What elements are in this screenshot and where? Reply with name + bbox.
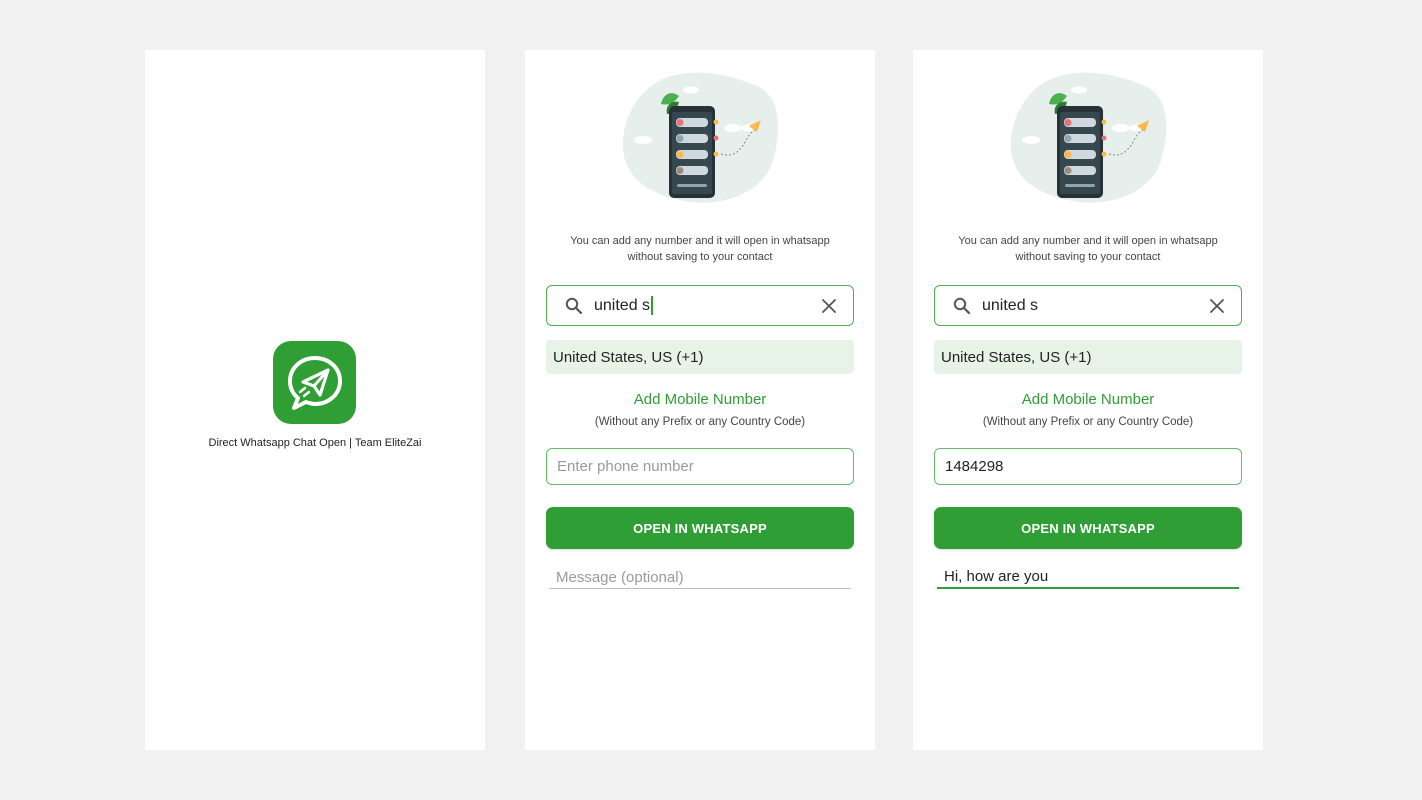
info-text: You can add any number and it will open …: [933, 233, 1243, 265]
splash-app-title: Direct Whatsapp Chat Open | Team EliteZa…: [208, 437, 422, 449]
message-input[interactable]: Message (optional): [549, 567, 851, 589]
info-line-1: You can add any number and it will open …: [570, 235, 830, 247]
info-line-1: You can add any number and it will open …: [958, 235, 1218, 247]
info-text: You can add any number and it will open …: [545, 233, 855, 265]
info-line-2: without saving to your contact: [627, 251, 773, 263]
add-mobile-heading: Add Mobile Number: [1021, 391, 1155, 408]
text-caret: [651, 296, 653, 315]
phone-number-input[interactable]: Enter phone number: [546, 448, 854, 485]
search-value: united s: [982, 296, 1039, 314]
splash-screen: Direct Whatsapp Chat Open | Team EliteZa…: [145, 50, 485, 750]
open-in-whatsapp-button[interactable]: OPEN IN WHATSAPP: [546, 507, 854, 549]
app-logo-icon: [273, 341, 356, 424]
phone-chat-illustration: [1010, 72, 1167, 203]
close-icon[interactable]: [1207, 296, 1227, 316]
country-result-item[interactable]: United States, US (+1): [934, 340, 1242, 374]
country-search-input[interactable]: united s: [546, 285, 854, 326]
add-mobile-subtitle: (Without any Prefix or any Country Code): [982, 416, 1194, 428]
close-icon[interactable]: [819, 296, 839, 316]
add-mobile-heading: Add Mobile Number: [633, 391, 767, 408]
info-line-2: without saving to your contact: [1015, 251, 1161, 263]
message-input[interactable]: Hi, how are you: [937, 567, 1239, 589]
form-screen-filled: You can add any number and it will open …: [913, 50, 1263, 750]
search-value: united s: [594, 296, 651, 314]
country-result-item[interactable]: United States, US (+1): [546, 340, 854, 374]
phone-number-input[interactable]: 1484298: [934, 448, 1242, 485]
search-icon: [564, 296, 584, 316]
add-mobile-subtitle: (Without any Prefix or any Country Code): [594, 416, 806, 428]
open-in-whatsapp-button[interactable]: OPEN IN WHATSAPP: [934, 507, 1242, 549]
phone-chat-illustration: [622, 72, 779, 203]
search-icon: [952, 296, 972, 316]
form-screen-empty: You can add any number and it will open …: [525, 50, 875, 750]
country-search-input[interactable]: united s: [934, 285, 1242, 326]
